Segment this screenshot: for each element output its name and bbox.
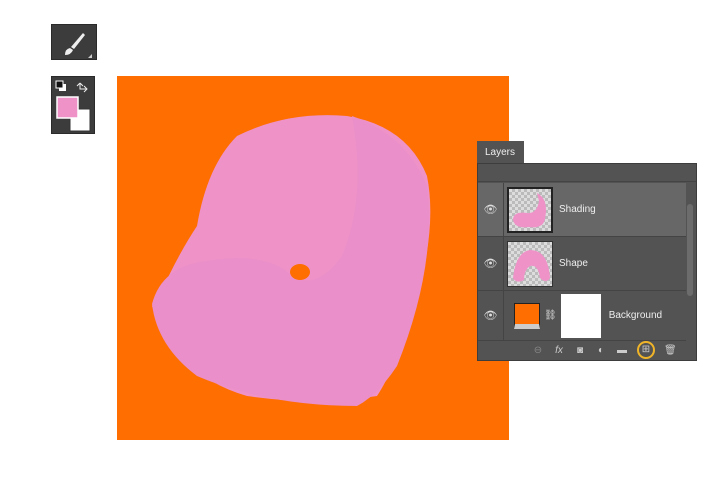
new-layer-icon[interactable]: ⊞ (637, 341, 655, 359)
adjustment-icon[interactable]: ◐ (595, 345, 607, 356)
folder-icon[interactable]: ▬ (616, 345, 628, 356)
layer-thumbnail (507, 186, 553, 233)
foreground-color-swatch[interactable] (56, 96, 79, 119)
layer-name: Background (608, 310, 663, 321)
pink-shape-artwork (152, 115, 431, 406)
layer-thumbnail (507, 240, 553, 287)
panel-options-bar (478, 164, 696, 182)
layer-row-shading[interactable]: 👁 Shading (478, 183, 686, 237)
color-swatches (51, 76, 95, 134)
swap-colors-icon[interactable] (76, 82, 88, 93)
brush-icon (65, 33, 92, 58)
eye-icon[interactable]: 👁 (478, 291, 504, 340)
layer-name: Shading (559, 204, 596, 215)
layer-row-background[interactable]: 👁 ⛓ Background (478, 291, 686, 341)
trash-icon[interactable]: 🗑 (664, 345, 677, 356)
layers-tab[interactable]: Layers (477, 141, 524, 164)
link-icon[interactable]: ⊖ (532, 345, 544, 356)
layers-panel: Layers 👁 Shading 👁 Shape 👁 ⛓ Background … (477, 141, 697, 361)
eye-icon[interactable]: 👁 (478, 237, 504, 290)
eye-icon[interactable]: 👁 (478, 183, 504, 236)
document-canvas[interactable] (117, 76, 509, 440)
brush-tool-button[interactable] (51, 24, 97, 60)
fx-icon[interactable]: fx (553, 345, 565, 356)
layer-thumbnail (514, 302, 540, 329)
layer-row-shape[interactable]: 👁 Shape (478, 237, 686, 291)
mask-icon[interactable]: ◙ (574, 345, 586, 356)
layer-name: Shape (559, 258, 588, 269)
default-colors-icon[interactable] (55, 80, 66, 91)
layers-footer: ⊖ fx ◙ ◐ ▬ ⊞ 🗑 (478, 340, 696, 360)
mask-thumbnail (560, 293, 601, 338)
chain-link-icon[interactable]: ⛓ (544, 310, 557, 321)
scrollbar[interactable] (687, 204, 693, 296)
